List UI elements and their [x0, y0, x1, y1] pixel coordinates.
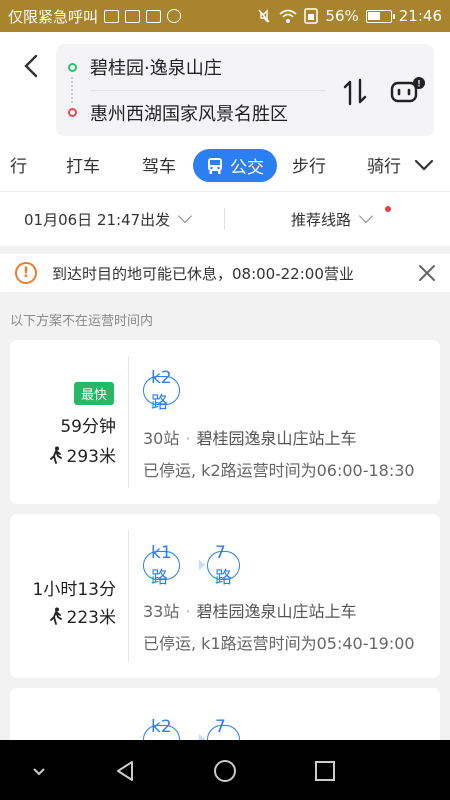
- divider: [90, 90, 326, 91]
- route-header: 碧桂园·逸泉山庄 惠州西湖国家风景名胜区 !: [0, 32, 450, 140]
- bus-icon: [208, 157, 222, 174]
- walk-distance-text: 293米: [66, 447, 116, 467]
- route-plan-card[interactable]: 最快 59分钟 293米 k2路 30站 · 碧桂园逸泉山庄站上车 已停运, k2路…: [10, 340, 440, 504]
- section-hint: 以下方案不在运营时间内: [10, 314, 154, 329]
- chevron-down-icon: [178, 208, 193, 224]
- route-strategy-selector[interactable]: 推荐线路: [291, 208, 374, 230]
- plan-duration: 1小时13分: [32, 580, 116, 600]
- closing-notice: ! 到达时目的地可能已休息，08:00-22:00营业: [0, 254, 450, 292]
- wifi-icon: [279, 9, 297, 23]
- walk-distance-text: 223米: [66, 608, 116, 628]
- chevron-down-icon: [358, 208, 374, 224]
- divider: [128, 530, 129, 662]
- divider: [224, 208, 225, 230]
- fastest-badge: 最快: [73, 382, 114, 405]
- status-left-text: 仅限紧急呼叫: [8, 7, 99, 26]
- robot-icon[interactable]: !: [388, 76, 428, 108]
- start-dot-icon: [68, 63, 77, 72]
- walk-icon: [49, 446, 62, 464]
- plan-stops-line: 33站 · 碧桂园逸泉山庄站上车: [143, 598, 356, 622]
- boarding-station: 碧桂园逸泉山庄站上车: [196, 429, 357, 448]
- plan-walk-distance: 223米: [48, 603, 116, 628]
- walk-icon: [49, 607, 62, 625]
- hide-nav-chevron-down-icon[interactable]: [26, 758, 52, 784]
- battery-icon: [365, 9, 395, 23]
- divider: [128, 356, 129, 488]
- system-nav-bar: [0, 740, 450, 800]
- keyboard-icon: [125, 9, 141, 23]
- plan-walk-distance: 293米: [48, 442, 116, 467]
- plan-stops-line: 30站 · 碧桂园逸泉山庄站上车: [143, 425, 356, 449]
- tab-taxi[interactable]: 打车: [66, 152, 100, 177]
- more-tabs-chevron-down-icon[interactable]: [413, 154, 435, 176]
- stop-count: 30站: [143, 429, 180, 448]
- tab-transit[interactable]: 公交: [193, 149, 277, 182]
- info-icon: !: [15, 262, 37, 284]
- departure-time-label: 01月06日 21:47出发: [24, 211, 171, 229]
- tab-partial[interactable]: 行: [10, 152, 27, 177]
- start-location[interactable]: 碧桂园·逸泉山庄: [90, 54, 222, 80]
- boarding-station: 碧桂园逸泉山庄站上车: [196, 602, 357, 621]
- options-row: 01月06日 21:47出发 推荐线路: [0, 192, 450, 246]
- lock-icon: [146, 9, 162, 23]
- departure-time-selector[interactable]: 01月06日 21:47出发: [24, 208, 193, 230]
- route-dotted-line: [71, 77, 74, 103]
- notification-dot: [385, 206, 391, 212]
- mute-icon: [258, 9, 270, 23]
- status-time: 21:46: [398, 7, 442, 25]
- status-bar: 仅限紧急呼叫 56% 21:46: [0, 0, 450, 32]
- route-chip: 7路: [207, 543, 240, 588]
- end-dot-icon: [68, 108, 77, 117]
- route-chip: k2路: [143, 368, 180, 413]
- sim-icon: [304, 8, 319, 24]
- notice-text: 到达时目的地可能已休息，08:00-22:00营业: [52, 265, 354, 283]
- route-chip: k1路: [143, 543, 180, 588]
- route-input-box: 碧桂园·逸泉山庄 惠州西湖国家风景名胜区 !: [56, 44, 434, 136]
- tab-transit-label: 公交: [230, 158, 264, 178]
- transport-tabs: 行 打车 驾车 公交 步行 骑行: [0, 140, 450, 192]
- image-icon: [104, 9, 120, 23]
- svg-text:!: !: [418, 79, 421, 89]
- recents-square-icon[interactable]: [312, 758, 338, 784]
- stop-count: 33站: [143, 602, 180, 621]
- tab-drive[interactable]: 驾车: [142, 152, 176, 177]
- plan-duration: 59分钟: [60, 417, 116, 437]
- separator-dot: ·: [185, 429, 191, 448]
- separator-dot: ·: [185, 602, 191, 621]
- transfer-arrow-icon: [199, 560, 205, 570]
- swap-icon[interactable]: [341, 77, 369, 107]
- route-strategy-label: 推荐线路: [291, 211, 352, 229]
- tab-walk[interactable]: 步行: [292, 152, 326, 177]
- end-location[interactable]: 惠州西湖国家风景名胜区: [90, 100, 288, 126]
- plan-status: 已停运, k2路运营时间为06:00-18:30: [143, 461, 415, 480]
- close-icon[interactable]: [416, 262, 438, 284]
- route-plan-card[interactable]: 1小时13分 223米 k1路 7路 33站 · 碧桂园逸泉山庄站上车 已停运, k…: [10, 514, 440, 678]
- plan-status: 已停运, k1路运营时间为05:40-19:00: [143, 634, 415, 653]
- sync-icon: [167, 9, 182, 23]
- back-chevron-left-icon[interactable]: [18, 52, 46, 80]
- back-triangle-icon[interactable]: [112, 758, 138, 784]
- home-circle-icon[interactable]: [212, 758, 238, 784]
- tab-bike[interactable]: 骑行: [367, 152, 401, 177]
- battery-percent: 56%: [325, 7, 359, 25]
